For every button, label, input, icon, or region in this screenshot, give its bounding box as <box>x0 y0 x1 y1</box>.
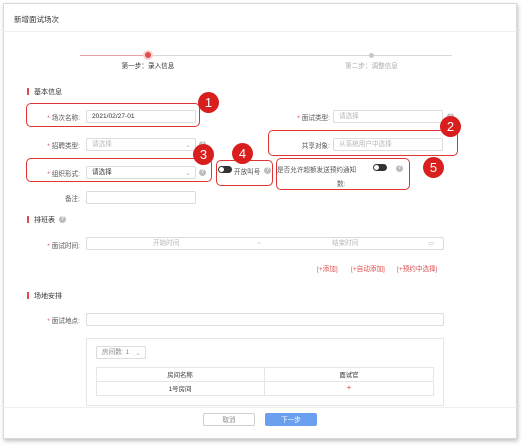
add-interviewer-button[interactable]: + <box>265 383 433 392</box>
annotation-box-3 <box>26 158 212 182</box>
calendar-icon[interactable]: ▭ <box>428 238 434 249</box>
table-cell-room: 1号房间 <box>168 386 192 393</box>
table-header-room: 房间名称 <box>167 372 193 379</box>
dialog-title: 新增面试场次 <box>14 15 59 24</box>
interview-time-range[interactable]: 开始时间 ~ 结束时间 ▭ <box>86 237 444 250</box>
section-marker <box>27 216 29 223</box>
question-circle-icon[interactable]: ? <box>59 216 66 223</box>
interview-place-input[interactable] <box>86 313 444 326</box>
section-marker <box>27 292 29 299</box>
step-2-dot <box>369 53 374 58</box>
section-venue-title: 场地安排 <box>34 293 62 300</box>
step-1-dot <box>145 52 151 58</box>
annotation-badge-1: 1 <box>198 92 219 113</box>
remark-label: 备注: <box>64 196 80 203</box>
range-separator: ~ <box>257 240 261 247</box>
interview-place-label: * 面试地点: <box>47 318 80 325</box>
footer-divider <box>3 407 517 408</box>
start-time-input[interactable]: 开始时间 <box>153 238 179 249</box>
recruit-type-label: * 招聘类型: <box>47 143 80 150</box>
section-basic-title: 基本信息 <box>34 89 62 96</box>
step-2-label: 第二步：调整信息 <box>345 63 398 70</box>
table-header-interviewer: 面试官 <box>339 372 359 379</box>
annotation-badge-2: 2 <box>440 116 461 137</box>
reservation-select-link[interactable]: [+预约中选择] <box>397 263 437 273</box>
annotation-box-4 <box>216 160 273 186</box>
add-link[interactable]: [+添加] <box>317 263 338 273</box>
cancel-button[interactable]: 取消 <box>203 413 255 426</box>
step-1-label: 第一步：录入信息 <box>121 63 175 70</box>
interview-type-label: * 面试类型: <box>297 115 330 122</box>
step-line-right <box>152 55 452 56</box>
interview-type-select[interactable]: 请选择 <box>333 110 443 123</box>
annotation-badge-5: 5 <box>423 157 444 178</box>
annotation-box-1 <box>26 103 200 127</box>
chevron-down-icon: ⌄ <box>135 350 141 357</box>
annotation-box-2 <box>268 130 458 156</box>
next-step-button[interactable]: 下一步 <box>265 413 317 426</box>
annotation-box-5 <box>276 158 410 190</box>
section-schedule-title: 排班表 <box>34 217 55 224</box>
chevron-down-icon: ⌄ <box>185 142 191 149</box>
end-time-input[interactable]: 结束时间 <box>332 238 358 249</box>
interview-time-label: * 面试时间: <box>47 243 80 250</box>
remark-input[interactable] <box>86 191 196 204</box>
annotation-badge-4: 4 <box>232 143 253 164</box>
title-divider <box>3 31 517 32</box>
table-right-border <box>433 367 434 396</box>
annotation-badge-3: 3 <box>193 144 214 165</box>
recruit-type-select[interactable]: 请选择 ⌄ <box>86 138 196 151</box>
auto-add-link[interactable]: [+自动添加] <box>351 263 385 273</box>
section-marker <box>27 88 29 95</box>
room-count-select[interactable]: 房间数: 1 ⌄ <box>96 346 146 359</box>
